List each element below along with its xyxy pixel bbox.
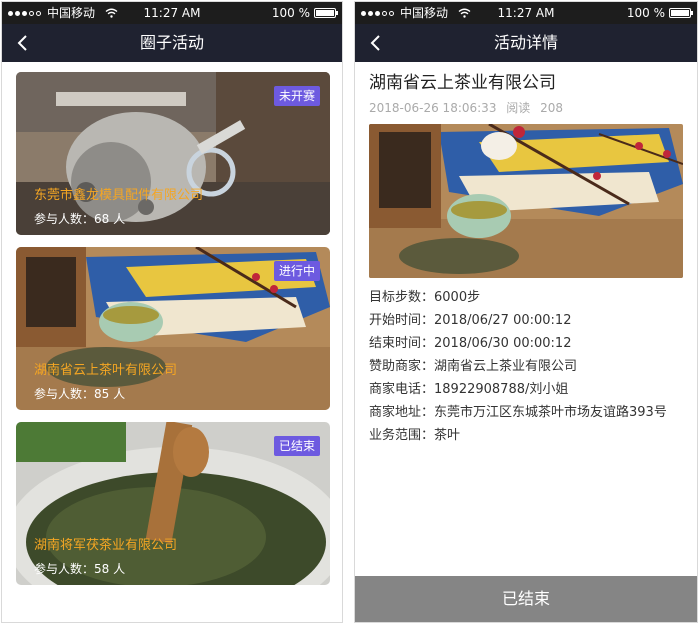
ended-button[interactable]: 已结束 (355, 576, 697, 622)
info-row-end-time: 结束时间：2018/06/30 00:00:12 (369, 336, 572, 351)
info-row-target-steps: 目标步数：6000步 (369, 290, 481, 305)
info-row-sponsor: 赞助商家：湖南省云上茶业有限公司 (369, 359, 578, 374)
company-name: 东莞市鑫龙模具配件有限公司 (34, 188, 204, 203)
activity-info: 目标步数：6000步 开始时间：2018/06/27 00:00:12 结束时间… (369, 286, 683, 447)
post-meta: 2018-06-26 18:06:33 阅读 208 (369, 100, 683, 116)
nav-bar: 活动详情 (355, 24, 697, 62)
battery-icon (669, 8, 693, 18)
activity-card[interactable]: 未开赛 东莞市鑫龙模具配件有限公司 参与人数：68 人 (16, 72, 330, 235)
status-badge: 进行中 (273, 261, 320, 281)
post-datetime: 2018-06-26 18:06:33 (369, 101, 497, 115)
participant-count: 参与人数：85 人 (34, 387, 126, 401)
info-row-start-time: 开始时间：2018/06/27 00:00:12 (369, 313, 572, 328)
participant-count: 参与人数：58 人 (34, 562, 126, 576)
status-badge: 未开赛 (273, 86, 320, 106)
activity-detail-screen: 中国移动 11:27 AM 100 % 活动详情 湖南省云上茶业有限公司 201… (354, 1, 698, 623)
battery-percent: 100 % (271, 6, 310, 20)
company-name: 湖南省云上茶叶有限公司 (34, 363, 178, 378)
status-bar: 中国移动 11:27 AM 100 % (355, 2, 697, 24)
participant-count: 参与人数：68 人 (34, 212, 126, 226)
read-label: 阅读 (506, 101, 531, 115)
activity-card[interactable]: 进行中 湖南省云上茶叶有限公司 参与人数：85 人 (16, 247, 330, 410)
circle-activity-screen: 中国移动 11:27 AM 100 % 圈子活动 未开赛 东莞市鑫龙模具配件有限… (1, 1, 343, 623)
activity-card[interactable]: 已结束 湖南将军茯茶业有限公司 参与人数：58 人 (16, 422, 330, 585)
activity-detail: 湖南省云上茶业有限公司 2018-06-26 18:06:33 阅读 208 目… (355, 72, 697, 447)
battery-indicator: 100 % (626, 2, 693, 24)
company-title: 湖南省云上茶业有限公司 (369, 73, 556, 93)
company-name: 湖南将军茯茶业有限公司 (34, 538, 178, 553)
battery-icon (314, 8, 338, 18)
info-row-business-scope: 业务范围：茶叶 (369, 428, 461, 443)
battery-percent: 100 % (626, 6, 665, 20)
status-badge: 已结束 (273, 436, 320, 456)
page-title: 活动详情 (493, 33, 558, 52)
info-row-address: 商家地址：东莞市万江区东城茶叶市场友谊路393号 (369, 405, 667, 420)
back-arrow-icon[interactable] (367, 34, 385, 52)
page-title: 圈子活动 (139, 33, 204, 52)
back-arrow-icon[interactable] (14, 34, 32, 52)
battery-indicator: 100 % (271, 2, 338, 24)
activity-list: 未开赛 东莞市鑫龙模具配件有限公司 参与人数：68 人 进行中 湖南省云上茶叶有… (2, 62, 342, 585)
info-row-phone: 商家电话：18922908788/刘小姐 (369, 382, 569, 397)
nav-bar: 圈子活动 (2, 24, 342, 62)
tea-table-photo (369, 124, 683, 278)
read-count: 208 (540, 101, 564, 115)
status-bar: 中国移动 11:27 AM 100 % (2, 2, 342, 24)
